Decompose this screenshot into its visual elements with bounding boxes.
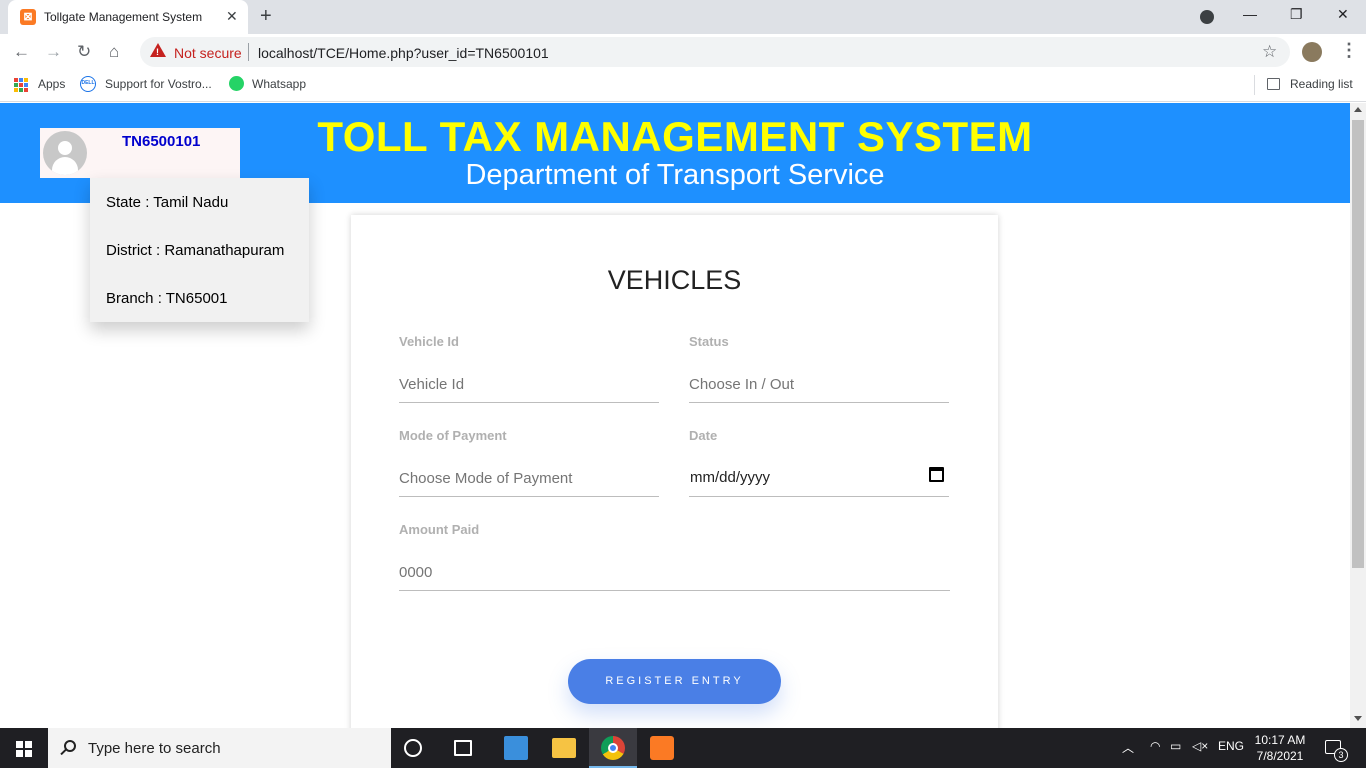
reading-list-divider (1254, 75, 1255, 95)
wifi-icon[interactable]: ◠ (1150, 739, 1160, 753)
close-window-button[interactable]: ✕ (1337, 6, 1349, 23)
tab-close-icon[interactable]: ✕ (226, 8, 238, 25)
warning-mark: ! (156, 47, 159, 57)
scroll-thumb[interactable] (1352, 120, 1364, 568)
notification-count: 3 (1334, 748, 1348, 762)
chrome-taskbar-icon[interactable] (601, 736, 625, 760)
date-label: Date (689, 428, 718, 443)
date-placeholder: mm/dd/yyyy (690, 469, 771, 486)
tab-title: Tollgate Management System (44, 10, 203, 24)
not-secure-label[interactable]: Not secure (174, 45, 242, 61)
apps-grid-icon (14, 78, 28, 92)
restore-button[interactable]: ❐ (1290, 6, 1303, 23)
reading-list-button[interactable]: Reading list (1290, 77, 1353, 91)
user-info-dropdown: State : Tamil Nadu District : Ramanathap… (90, 178, 309, 322)
url-divider (248, 43, 249, 61)
reload-icon[interactable]: ↻ (77, 42, 91, 62)
file-explorer-icon[interactable] (552, 738, 576, 758)
form-title: VEHICLES (607, 265, 742, 295)
vehicle-id-input[interactable] (399, 367, 659, 403)
whatsapp-icon (229, 76, 244, 91)
volume-mute-icon[interactable]: ◁× (1192, 739, 1208, 753)
windows-taskbar: Type here to search ︿ ◠ ▭ ◁× ENG 10:17 A… (0, 728, 1366, 768)
user-branch: Branch : TN65001 (106, 290, 228, 307)
taskbar-search-placeholder: Type here to search (88, 740, 221, 757)
reading-list-icon (1267, 78, 1280, 90)
payment-mode-select[interactable] (399, 461, 659, 497)
xampp-favicon-icon: ⊠ (20, 9, 36, 25)
page-scrollbar[interactable] (1350, 103, 1366, 728)
profile-avatar[interactable] (1302, 42, 1322, 62)
scroll-down-icon[interactable] (1354, 716, 1362, 721)
bookmark-whatsapp[interactable]: Whatsapp (252, 77, 306, 91)
amount-paid-input[interactable] (399, 555, 950, 591)
vehicle-form-card: VEHICLES Vehicle Id Status Mode of Payme… (351, 215, 998, 728)
xampp-taskbar-icon[interactable] (650, 736, 674, 760)
dell-icon: DELL (80, 76, 96, 92)
address-bar[interactable]: ! Not secure localhost/TCE/Home.php?user… (140, 37, 1290, 67)
system-clock[interactable]: 10:17 AM 7/8/2021 (1250, 732, 1310, 764)
browser-tabstrip: ⊠ Tollgate Management System ✕ + — ❐ ✕ (0, 0, 1366, 34)
bookmarks-bar: Apps DELL Support for Vostro... Whatsapp… (0, 70, 1366, 102)
task-view-icon[interactable] (454, 740, 472, 756)
date-input[interactable]: mm/dd/yyyy (689, 461, 949, 497)
cortana-icon[interactable] (404, 739, 422, 757)
vehicle-id-label: Vehicle Id (399, 334, 459, 349)
status-label: Status (689, 334, 729, 349)
star-icon[interactable]: ☆ (1262, 42, 1277, 62)
page-content: TOLL TAX MANAGEMENT SYSTEM Department of… (0, 103, 1350, 728)
tab-search-icon[interactable] (1200, 10, 1214, 24)
user-state: State : Tamil Nadu (106, 194, 229, 211)
tray-chevron-icon[interactable]: ︿ (1122, 739, 1134, 756)
clock-date: 7/8/2021 (1256, 749, 1304, 763)
url-text[interactable]: localhost/TCE/Home.php?user_id=TN6500101 (258, 45, 549, 61)
back-arrow-icon[interactable]: ← (13, 42, 30, 62)
photos-app-icon[interactable] (504, 736, 528, 760)
status-select[interactable] (689, 367, 949, 403)
bookmark-apps[interactable]: Apps (38, 77, 65, 91)
register-entry-button[interactable]: REGISTER ENTRY (568, 659, 781, 704)
browser-toolbar: ← → ↻ ⌂ ! Not secure localhost/TCE/Home.… (0, 34, 1366, 70)
browser-tab[interactable]: ⊠ Tollgate Management System ✕ (8, 0, 248, 34)
minimize-button[interactable]: — (1243, 6, 1257, 22)
user-id[interactable]: TN6500101 (122, 133, 200, 150)
taskbar-search[interactable]: Type here to search (48, 728, 391, 768)
new-tab-button[interactable]: + (260, 5, 272, 28)
user-profile-card[interactable]: TN6500101 (40, 128, 240, 178)
home-icon[interactable]: ⌂ (109, 42, 119, 62)
search-icon-handle (60, 748, 67, 756)
windows-start-icon[interactable] (16, 741, 32, 757)
language-indicator[interactable]: ENG (1218, 739, 1244, 753)
clock-time: 10:17 AM (1254, 733, 1306, 747)
payment-mode-label: Mode of Payment (399, 428, 507, 443)
amount-paid-label: Amount Paid (399, 522, 480, 537)
more-vert-icon[interactable]: ⋮ (1340, 40, 1358, 61)
scroll-up-icon[interactable] (1354, 107, 1362, 112)
forward-arrow-icon[interactable]: → (45, 42, 62, 62)
user-district: District : Ramanathapuram (106, 242, 285, 259)
battery-icon[interactable]: ▭ (1170, 739, 1181, 753)
calendar-icon[interactable] (929, 467, 944, 482)
bookmark-support[interactable]: Support for Vostro... (105, 77, 212, 91)
user-avatar-icon (43, 131, 87, 175)
